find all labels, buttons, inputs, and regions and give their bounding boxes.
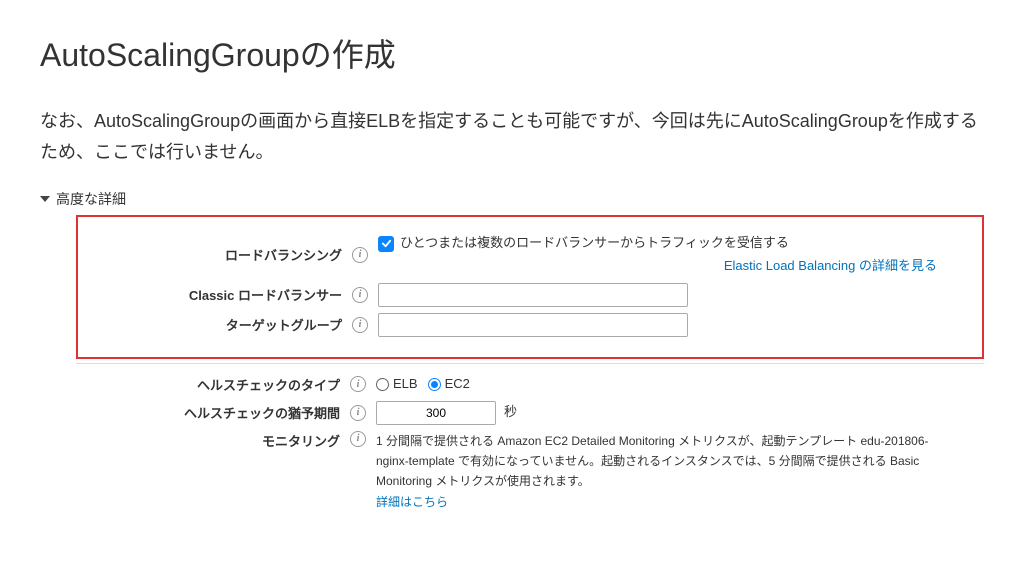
page-title: AutoScalingGroupの作成 <box>40 30 984 76</box>
info-icon[interactable]: i <box>352 317 368 333</box>
radio-icon <box>376 378 389 391</box>
info-icon[interactable]: i <box>350 376 366 392</box>
classic-lb-input[interactable] <box>378 283 688 307</box>
highlighted-section: ロードバランシング i ひとつまたは複数のロードバランサーからトラフィックを受信… <box>76 215 984 359</box>
health-check-radio-ec2[interactable]: EC2 <box>428 374 470 395</box>
description-text: なお、AutoScalingGroupの画面から直接ELBを指定することも可能で… <box>40 106 984 167</box>
advanced-details-toggle[interactable]: 高度な詳細 <box>40 185 984 213</box>
info-icon[interactable]: i <box>352 247 368 263</box>
advanced-details-label: 高度な詳細 <box>56 189 126 209</box>
target-group-input[interactable] <box>378 313 688 337</box>
health-check-type-label: ヘルスチェックのタイプ <box>76 375 346 394</box>
monitoring-label: モニタリング <box>76 431 346 450</box>
classic-lb-label: Classic ロードバランサー <box>78 285 348 304</box>
health-check-grace-input[interactable] <box>376 401 496 425</box>
info-icon[interactable]: i <box>350 431 366 447</box>
radio-ec2-label: EC2 <box>445 374 470 395</box>
load-balancing-checkbox[interactable] <box>378 236 394 252</box>
health-check-grace-label: ヘルスチェックの猶予期間 <box>76 403 346 422</box>
caret-down-icon <box>40 196 50 202</box>
info-icon[interactable]: i <box>350 405 366 421</box>
health-check-grace-unit: 秒 <box>504 402 517 423</box>
load-balancing-label: ロードバランシング <box>78 245 348 264</box>
monitoring-text: 1 分間隔で提供される Amazon EC2 Detailed Monitori… <box>376 434 929 489</box>
radio-icon <box>428 378 441 391</box>
target-group-label: ターゲットグループ <box>78 315 348 334</box>
health-check-radio-elb[interactable]: ELB <box>376 374 418 395</box>
load-balancing-checkbox-label: ひとつまたは複数のロードバランサーからトラフィックを受信する <box>400 233 789 254</box>
info-icon[interactable]: i <box>352 287 368 303</box>
monitoring-details-link[interactable]: 詳細はこちら <box>376 495 448 509</box>
elb-details-link[interactable]: Elastic Load Balancing の詳細を見る <box>724 258 937 273</box>
radio-elb-label: ELB <box>393 374 418 395</box>
divider <box>76 363 984 364</box>
